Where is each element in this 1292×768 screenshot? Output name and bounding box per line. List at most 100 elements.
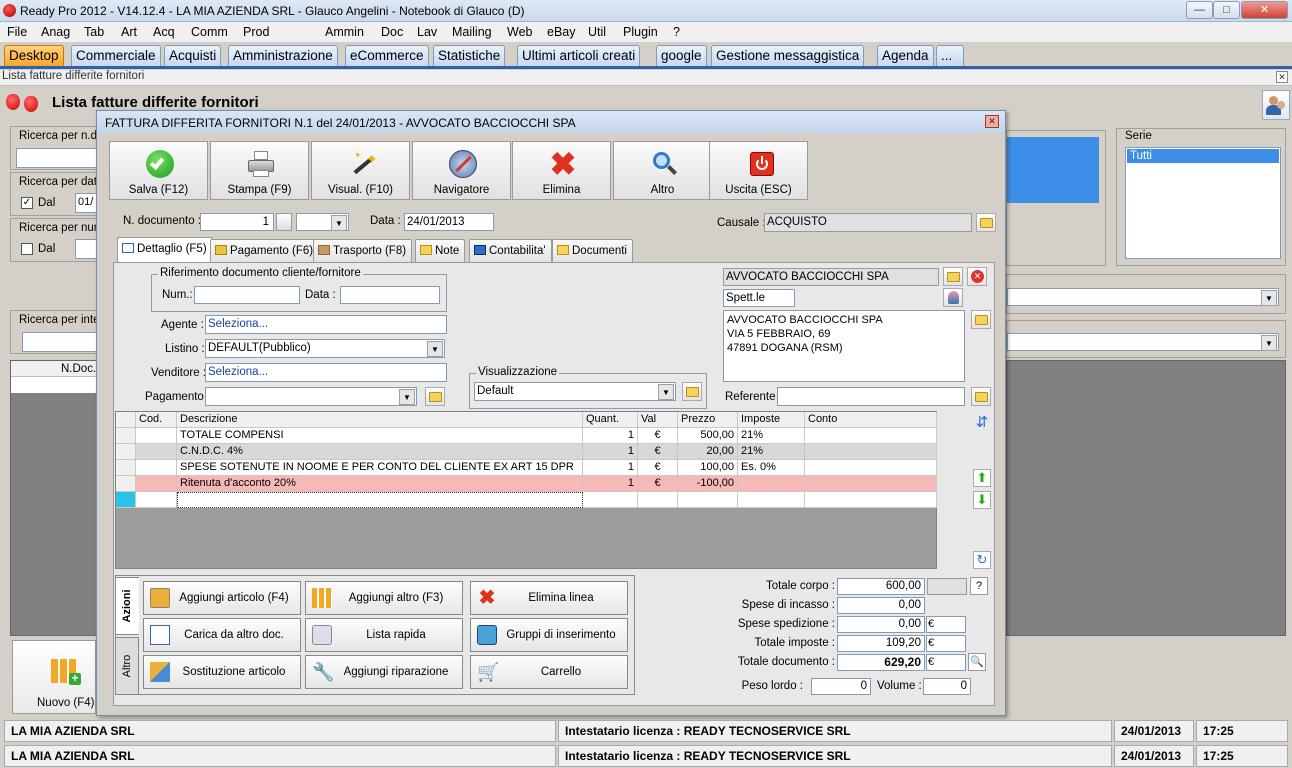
volume-value[interactable]: 0 <box>923 678 971 695</box>
close-page-icon[interactable]: ✕ <box>1276 71 1288 83</box>
navigator-button[interactable]: Navigatore <box>412 141 511 200</box>
filter-inte-input[interactable] <box>22 332 106 352</box>
tab-acquisti[interactable]: Acquisti <box>164 45 222 67</box>
cart-button[interactable]: 🛒 Carrello <box>470 655 628 689</box>
col-prezzo-cell[interactable]: 500,00 <box>678 428 738 444</box>
col-prezzo-new-cell[interactable] <box>678 492 738 508</box>
col-cod-cell[interactable] <box>136 428 177 444</box>
users-icon[interactable] <box>1262 90 1290 120</box>
menu-mailing[interactable]: Mailing <box>452 25 492 39</box>
col-prezzo-cell[interactable]: -100,00 <box>678 476 738 492</box>
dialog-close-icon[interactable]: ✕ <box>985 115 999 128</box>
menu-comm[interactable]: Comm <box>191 25 228 39</box>
tab-altro[interactable]: Altro <box>115 637 139 695</box>
tab-gestione-messaggistica[interactable]: Gestione messaggistica <box>711 45 865 67</box>
menu-art[interactable]: Art <box>121 25 137 39</box>
col-descrizione-cell[interactable]: TOTALE COMPENSI <box>177 428 583 444</box>
tab-dettaglio[interactable]: Dettaglio (F5) <box>117 237 213 263</box>
tab-agenda[interactable]: Agenda <box>877 45 934 67</box>
menu-tab[interactable]: Tab <box>84 25 104 39</box>
col-imposte-cell[interactable]: 21% <box>738 444 805 460</box>
ndoc-input[interactable]: 1 <box>200 213 274 231</box>
menu-anag[interactable]: Anag <box>41 25 70 39</box>
col-val-cell[interactable]: € <box>638 460 678 476</box>
col-cod-cell[interactable] <box>136 460 177 476</box>
menu-lav[interactable]: Lav <box>417 25 437 39</box>
other-button[interactable]: Altro <box>613 141 712 200</box>
menu-ebay[interactable]: eBay <box>547 25 576 39</box>
filter-dal2-checkbox[interactable] <box>21 243 33 255</box>
tab-note[interactable]: Note <box>415 239 466 262</box>
delete-button[interactable]: ✖ Elimina <box>512 141 611 200</box>
num-input[interactable] <box>194 286 300 304</box>
col-cod-cell[interactable] <box>136 476 177 492</box>
minimize-button[interactable]: — <box>1186 1 1213 19</box>
serie-list[interactable]: Tutti <box>1125 147 1281 259</box>
tab-azioni[interactable]: Azioni <box>115 577 139 635</box>
col-conto-new-cell[interactable] <box>805 492 937 508</box>
spett-input[interactable]: Spett.le <box>723 289 795 307</box>
tab-google[interactable]: google <box>656 45 707 67</box>
col-conto-cell[interactable] <box>805 460 937 476</box>
delete-line-button[interactable]: ✖ Elimina linea <box>470 581 628 615</box>
causale-folder-button[interactable] <box>976 213 996 232</box>
menu-help[interactable]: ? <box>673 25 680 39</box>
lines-grid[interactable]: Cod. Descrizione Quant. Val Prezzo Imposte Con… <box>115 411 937 569</box>
data-input[interactable]: 24/01/2013 <box>404 213 494 231</box>
preview-button[interactable]: ✦ ✦ Visual. (F10) <box>311 141 410 200</box>
print-button[interactable]: Stampa (F9) <box>210 141 309 200</box>
list-row[interactable] <box>11 377 99 393</box>
quick-list-button[interactable]: Lista rapida <box>305 618 463 652</box>
move-down-button[interactable]: ⬇ <box>973 491 991 509</box>
col-val-cell[interactable]: € <box>638 428 678 444</box>
col-conto-cell[interactable] <box>805 444 937 460</box>
pagamento-select[interactable]: ▼ <box>205 387 417 406</box>
causale-input[interactable]: ACQUISTO <box>764 213 972 232</box>
scroll-arrows-icon[interactable]: ⇵ <box>973 413 991 431</box>
col-val-cell[interactable]: € <box>638 444 678 460</box>
menu-plugin[interactable]: Plugin <box>623 25 658 39</box>
exit-button[interactable]: Uscita (ESC) <box>709 141 808 200</box>
add-other-button[interactable]: Aggiungi altro (F3) <box>305 581 463 615</box>
col-quant-cell[interactable]: 1 <box>583 460 638 476</box>
tab-trasporto[interactable]: Trasporto (F8) <box>313 239 413 262</box>
menu-ammin[interactable]: Ammin <box>325 25 364 39</box>
filter-ndoc-input[interactable] <box>16 148 102 168</box>
add-repair-button[interactable]: 🔧 Aggiungi riparazione <box>305 655 463 689</box>
menu-doc[interactable]: Doc <box>381 25 403 39</box>
agente-input[interactable]: Seleziona... <box>205 315 447 334</box>
help-button[interactable]: ? <box>970 577 988 595</box>
col-imposte-cell[interactable]: 21% <box>738 428 805 444</box>
col-descrizione-cell[interactable]: C.N.D.C. 4% <box>177 444 583 460</box>
col-imposte-cell[interactable]: Es. 0% <box>738 460 805 476</box>
document-list[interactable]: N.Doc. <box>10 360 99 636</box>
col-quant-cell[interactable]: 1 <box>583 476 638 492</box>
menu-acq[interactable]: Acq <box>153 25 175 39</box>
insert-groups-button[interactable]: Gruppi di inserimento <box>470 618 628 652</box>
supplier-folder-button[interactable] <box>943 267 963 286</box>
tab-desktop[interactable]: Desktop <box>4 45 64 67</box>
visual-select[interactable]: Default ▼ <box>474 382 676 401</box>
serie-select[interactable]: ▼ <box>296 213 349 231</box>
load-from-doc-button[interactable]: Carica da altro doc. <box>143 618 301 652</box>
zoom-total-button[interactable]: 🔍 <box>968 653 986 671</box>
col-cod-new-cell[interactable] <box>136 492 177 508</box>
col-imposte-new-cell[interactable] <box>738 492 805 508</box>
tab-pagamento[interactable]: Pagamento (F6) <box>210 239 320 262</box>
supplier-address[interactable]: AVVOCATO BACCIOCCHI SPA VIA 5 FEBBRAIO, … <box>723 310 965 382</box>
menu-file[interactable]: File <box>7 25 27 39</box>
close-window-button[interactable]: ✕ <box>1241 1 1288 19</box>
ndoc-spin-button[interactable] <box>276 213 292 231</box>
new-row-selector[interactable] <box>116 492 136 508</box>
save-button[interactable]: Salva (F12) <box>109 141 208 200</box>
serie-item-tutti[interactable]: Tutti <box>1127 149 1279 163</box>
menu-web[interactable]: Web <box>507 25 532 39</box>
supplier-clear-button[interactable]: ✕ <box>967 267 987 286</box>
col-descrizione-new-cell[interactable] <box>177 492 583 508</box>
col-quant-new-cell[interactable] <box>583 492 638 508</box>
supplier-name[interactable]: AVVOCATO BACCIOCCHI SPA <box>723 268 939 286</box>
col-cod-cell[interactable] <box>136 444 177 460</box>
tab-ecommerce[interactable]: eCommerce <box>345 45 429 67</box>
filter-dal-checkbox[interactable]: ✓ <box>21 197 33 209</box>
col-val-new-cell[interactable] <box>638 492 678 508</box>
